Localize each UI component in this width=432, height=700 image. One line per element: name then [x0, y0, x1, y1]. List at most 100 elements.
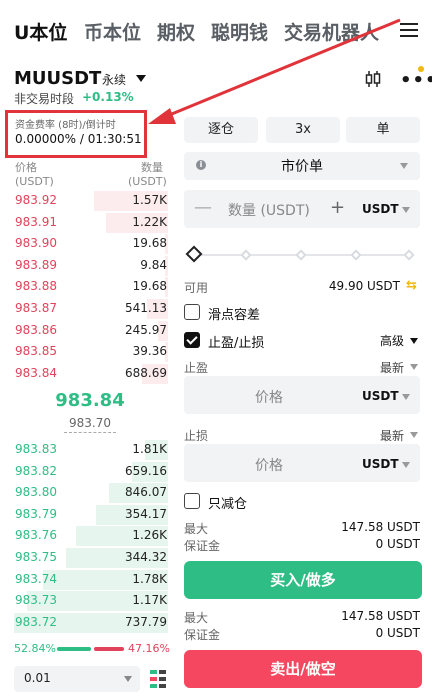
chevron-down-icon	[400, 163, 408, 169]
ask-row[interactable]: 983.87 541.13	[0, 298, 172, 320]
row-quantity: 9.84	[140, 257, 167, 272]
row-quantity: 19.68	[132, 279, 167, 294]
price-change: +0.13%	[82, 90, 134, 104]
chevron-down-icon	[410, 338, 418, 344]
chevron-down-icon	[124, 676, 132, 682]
leverage-button[interactable]: 3x	[266, 117, 340, 143]
decrease-button[interactable]: —	[194, 197, 212, 218]
ask-row[interactable]: 983.92 1.57K	[0, 190, 172, 212]
row-price: 983.90	[15, 236, 57, 251]
buy-max-value: 147.58 USDT	[341, 520, 420, 534]
ob-price-header: 价格	[15, 161, 37, 174]
ask-row[interactable]: 983.85 39.36	[0, 341, 172, 363]
advanced-toggle[interactable]: 高级	[380, 332, 404, 349]
ask-row[interactable]: 983.91 1.22K	[0, 212, 172, 234]
increase-button[interactable]: +	[330, 197, 345, 218]
row-quantity: 1.78K	[132, 571, 167, 586]
tp-unit[interactable]: USDT	[362, 389, 399, 403]
buy-long-button[interactable]: 买入/做多	[184, 561, 422, 599]
slider-mark[interactable]	[403, 249, 415, 261]
reduce-only-label[interactable]: 只减仓	[208, 493, 247, 512]
ask-row[interactable]: 983.84 688.69	[0, 363, 172, 385]
ask-row[interactable]: 983.88 19.68	[0, 276, 172, 298]
row-price: 983.85	[15, 344, 57, 359]
bid-row[interactable]: 983.74 1.78K	[0, 569, 172, 591]
position-mode-button[interactable]: 单	[346, 117, 420, 143]
top-tabs: U本位 币本位 期权 聪明钱 交易机器人	[0, 0, 432, 64]
sell-ratio: 47.16%	[128, 642, 170, 655]
row-price: 983.80	[15, 485, 57, 500]
row-price: 983.74	[15, 571, 57, 586]
ask-row[interactable]: 983.89 9.84	[0, 255, 172, 277]
bid-row[interactable]: 983.75 344.32	[0, 547, 172, 569]
slider-handle[interactable]	[185, 245, 203, 263]
sl-unit[interactable]: USDT	[362, 457, 399, 471]
session-status: 非交易时段	[14, 92, 75, 106]
stop-loss-label: 止损	[184, 429, 209, 443]
tab-smart-money[interactable]: 聪明钱	[211, 18, 268, 45]
slider-mark[interactable]	[295, 249, 307, 261]
ask-row[interactable]: 983.90 19.68	[0, 233, 172, 255]
tpsl-label[interactable]: 止盈/止损	[208, 332, 264, 351]
tab-u-margined[interactable]: U本位	[14, 18, 67, 45]
menu-icon[interactable]	[400, 21, 420, 39]
notification-dot	[418, 66, 424, 72]
slippage-label[interactable]: 滑点容差	[208, 304, 260, 323]
row-price: 983.75	[15, 550, 57, 564]
bid-row[interactable]: 983.76 1.26K	[0, 525, 172, 547]
slider-mark[interactable]	[240, 249, 252, 261]
buy-margin-label: 保证金	[184, 539, 221, 553]
row-quantity: 541.13	[125, 301, 167, 315]
slippage-checkbox[interactable]	[184, 304, 200, 320]
row-quantity: 659.16	[125, 463, 167, 478]
bid-row[interactable]: 983.83 1.81K	[0, 439, 172, 461]
buy-ratio: 52.84%	[14, 642, 56, 655]
bid-row[interactable]: 983.82 659.16	[0, 461, 172, 483]
swap-icon[interactable]: ⇆	[406, 278, 417, 293]
margin-mode-button[interactable]: 逐仓	[184, 117, 258, 143]
quantity-unit[interactable]: USDT	[362, 202, 399, 216]
funding-rate-value[interactable]: 0.00000% / 01:30:51	[15, 132, 142, 146]
reduce-only-checkbox[interactable]	[184, 493, 200, 509]
tab-coin-margined[interactable]: 币本位	[84, 18, 141, 45]
row-quantity: 344.32	[125, 550, 167, 564]
row-quantity: 245.97	[125, 322, 167, 337]
row-quantity: 737.79	[125, 614, 167, 629]
bid-row[interactable]: 983.73 1.17K	[0, 590, 172, 612]
sell-ratio-bar	[94, 647, 124, 651]
bid-row[interactable]: 983.72 737.79	[0, 612, 172, 634]
sl-trigger-select[interactable]: 最新	[380, 427, 404, 444]
quantity-input[interactable]: 数量 (USDT)	[228, 200, 310, 220]
layout-icon[interactable]	[150, 670, 166, 688]
chevron-down-icon	[402, 207, 410, 213]
buy-margin-value: 0 USDT	[375, 537, 420, 551]
last-price[interactable]: 983.84	[0, 390, 180, 411]
ask-row[interactable]: 983.86 245.97	[0, 320, 172, 342]
tpsl-checkbox[interactable]	[184, 332, 200, 348]
row-quantity: 1.22K	[132, 214, 167, 229]
ob-price-unit: (USDT)	[15, 175, 54, 188]
tp-trigger-select[interactable]: 最新	[380, 359, 404, 376]
symbol-name[interactable]: MUUSDT	[14, 68, 101, 89]
sl-price-input[interactable]: 价格	[184, 455, 354, 475]
more-icon[interactable]: •••	[400, 70, 432, 91]
sell-short-button[interactable]: 卖出/做空	[184, 650, 422, 688]
row-price: 983.73	[15, 593, 57, 608]
candlestick-chart-icon[interactable]	[364, 70, 382, 88]
chevron-down-icon[interactable]	[136, 75, 146, 82]
sell-margin-value: 0 USDT	[375, 626, 420, 640]
chevron-down-icon	[402, 462, 410, 468]
ob-qty-header: 数量	[141, 161, 163, 174]
row-quantity: 1.57K	[132, 193, 167, 207]
tp-price-input[interactable]: 价格	[184, 387, 354, 407]
order-type-value: 市价单	[281, 159, 323, 175]
slider-mark[interactable]	[350, 249, 362, 261]
row-quantity: 846.07	[125, 485, 167, 500]
chevron-down-icon	[402, 394, 410, 400]
bid-row[interactable]: 983.80 846.07	[0, 482, 172, 504]
chevron-down-icon	[410, 364, 418, 370]
bid-row[interactable]: 983.79 354.17	[0, 504, 172, 526]
tab-trading-bots[interactable]: 交易机器人	[284, 18, 379, 45]
tab-options[interactable]: 期权	[157, 18, 195, 45]
contract-type[interactable]: 永续	[102, 71, 126, 88]
